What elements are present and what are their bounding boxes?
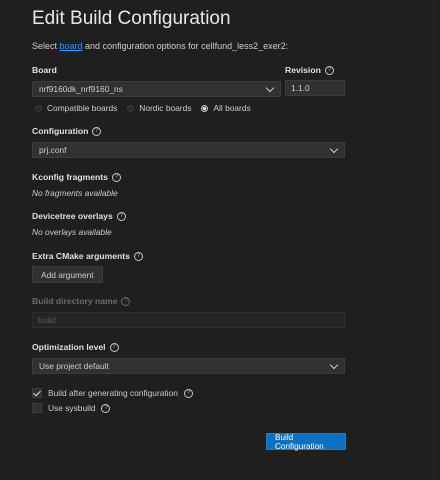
build-dir-placeholder: build [38,315,56,325]
revision-value: 1.1.0 [291,83,310,93]
help-icon[interactable]: ? [121,296,131,306]
optimization-label: Optimization level ? [32,342,119,352]
chevron-down-icon [265,83,275,92]
radio-nordic-boards[interactable]: Nordic boards [127,103,191,113]
help-icon[interactable]: ? [109,342,119,352]
sysbuild-checkbox[interactable] [32,403,42,413]
configuration-label-text: Configuration [32,126,89,136]
help-icon[interactable]: ? [133,251,143,261]
build-after-option: Build after generating configuration ? [32,388,193,398]
add-argument-button[interactable]: Add argument [32,266,103,283]
configuration-select[interactable]: prj.conf [32,142,345,158]
kconfig-empty-text: No fragments available [32,188,118,198]
window-scrollbar[interactable] [433,0,440,480]
optimization-select-value: Use project default [39,361,109,371]
check-icon [33,388,41,396]
configuration-label: Configuration ? [32,126,102,136]
board-link[interactable]: board [60,41,83,51]
radio-compatible-boards[interactable]: Compatible boards [35,103,117,113]
kconfig-label-text: Kconfig fragments [32,172,108,182]
build-after-checkbox[interactable] [32,388,42,398]
help-icon[interactable]: ? [116,211,126,221]
revision-label-text: Revision [285,65,321,75]
radio-label: Compatible boards [47,103,118,113]
subtitle-prefix: Select [32,41,60,51]
help-icon[interactable]: ? [92,126,102,136]
radio-all-boards[interactable]: All boards [201,103,251,113]
devicetree-label-text: Devicetree overlays [32,211,113,221]
chevron-down-icon [329,144,339,153]
devicetree-label: Devicetree overlays ? [32,211,126,221]
optimization-select[interactable]: Use project default [32,358,345,374]
board-filter-radios: Compatible boards Nordic boards All boar… [35,103,251,113]
board-label-text: Board [32,65,57,75]
configuration-select-value: prj.conf [39,145,67,155]
page-title: Edit Build Configuration [32,8,231,29]
board-select[interactable]: nrf9160dk_nrf9160_ns [32,81,281,97]
subtitle: Select board and configuration options f… [32,41,288,51]
cmake-label-text: Extra CMake arguments [32,251,130,261]
subtitle-suffix: and configuration options for cellfund_l… [82,41,289,51]
revision-input[interactable]: 1.1.0 [285,80,345,96]
kconfig-label: Kconfig fragments ? [32,172,121,182]
build-dir-label: Build directory name ? [32,296,131,306]
help-icon[interactable]: ? [183,388,193,398]
sysbuild-label: Use sysbuild [48,403,96,413]
board-label: Board [32,65,57,75]
help-icon[interactable]: ? [101,403,111,413]
board-select-value: nrf9160dk_nrf9160_ns [39,84,123,94]
radio-label: Nordic boards [139,103,192,113]
devicetree-empty-text: No overlays available [32,227,112,237]
help-icon[interactable]: ? [324,65,334,75]
build-dir-input[interactable]: build [32,312,345,328]
build-after-label: Build after generating configuration [48,388,178,398]
radio-label: All boards [213,103,251,113]
radio-indicator [127,104,135,112]
build-dir-label-text: Build directory name [32,296,118,306]
radio-indicator-selected [201,104,209,112]
cmake-label: Extra CMake arguments ? [32,251,143,261]
help-icon[interactable]: ? [111,172,121,182]
optimization-label-text: Optimization level [32,342,106,352]
chevron-down-icon [329,360,339,369]
revision-label: Revision ? [285,65,334,75]
radio-indicator [35,104,42,112]
build-configuration-button[interactable]: Build Configuration [266,433,346,451]
sysbuild-option: Use sysbuild ? [32,403,111,413]
